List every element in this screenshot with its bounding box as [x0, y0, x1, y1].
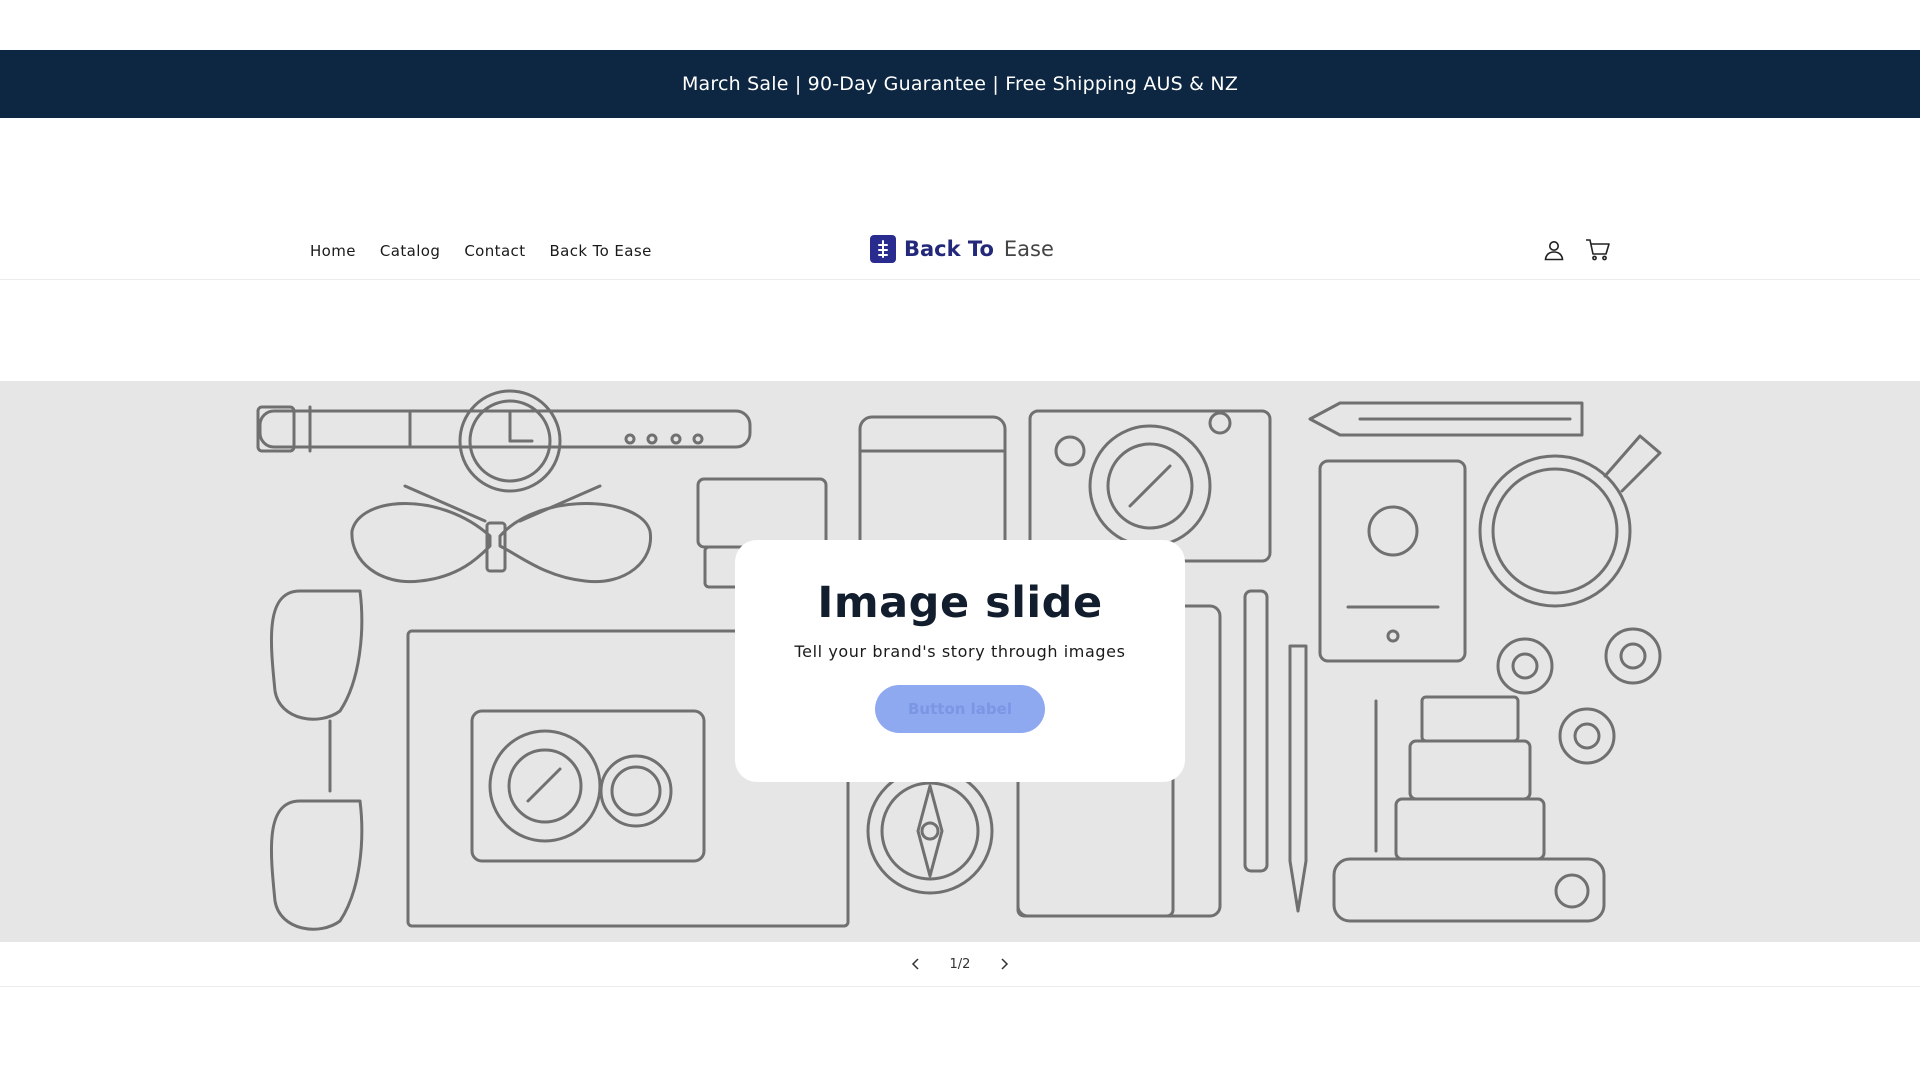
slide-content-card: Image slide Tell your brand's story thro… — [735, 540, 1185, 782]
slider-controls: 1/2 — [0, 942, 1920, 987]
main-nav: Home Catalog Contact Back To Ease — [298, 236, 664, 266]
slide-title: Image slide — [817, 578, 1103, 628]
nav-home[interactable]: Home — [298, 236, 368, 266]
logo-text-strong: Back To — [904, 237, 994, 261]
nav-contact[interactable]: Contact — [452, 236, 537, 266]
logo-mark-icon — [870, 235, 896, 263]
slide-subtitle: Tell your brand's story through images — [794, 642, 1126, 661]
chevron-left-icon — [911, 958, 919, 970]
cart-icon[interactable] — [1584, 236, 1612, 264]
slide-next-button[interactable] — [992, 952, 1016, 976]
nav-catalog[interactable]: Catalog — [368, 236, 452, 266]
site-header: Home Catalog Contact Back To Ease Back T… — [0, 118, 1920, 280]
slide-counter: 1/2 — [949, 956, 971, 972]
chevron-right-icon — [1001, 958, 1009, 970]
nav-back-to-ease[interactable]: Back To Ease — [537, 236, 663, 266]
site-logo[interactable]: Back To Ease — [870, 235, 1054, 263]
announcement-text: March Sale | 90-Day Guarantee | Free Shi… — [681, 73, 1239, 95]
header-icons — [1540, 236, 1612, 264]
slide-prev-button[interactable] — [904, 952, 928, 976]
slide-cta-button[interactable]: Button label — [875, 685, 1045, 733]
logo-text-light: Ease — [1003, 237, 1054, 261]
account-icon[interactable] — [1540, 236, 1568, 264]
announcement-bar: March Sale | 90-Day Guarantee | Free Shi… — [0, 50, 1920, 118]
